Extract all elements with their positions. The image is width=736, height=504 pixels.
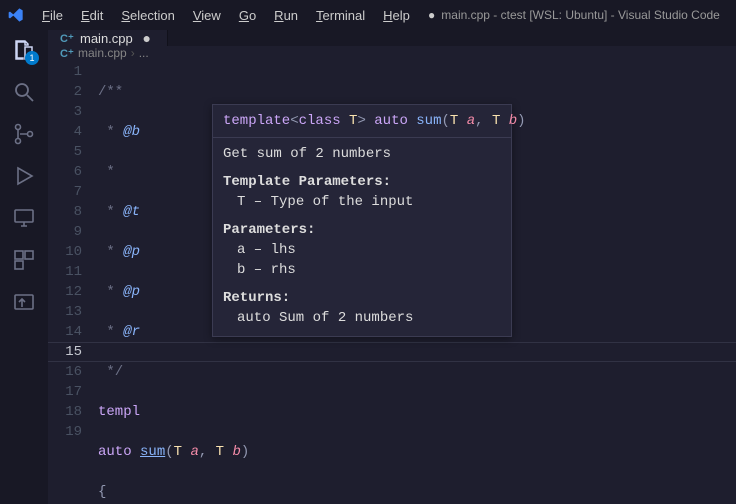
breadcrumb[interactable]: C⁺ main.cpp › ... <box>48 46 736 60</box>
menu-run[interactable]: Run <box>266 4 306 27</box>
tab-bar: C⁺ main.cpp ● <box>48 30 736 46</box>
hover-body: Get sum of 2 numbers Template Parameters… <box>213 138 511 330</box>
hover-tparams-title: Template Parameters: <box>223 172 501 192</box>
vscode-logo-icon <box>8 7 24 23</box>
tab-main-cpp[interactable]: C⁺ main.cpp ● <box>48 30 168 46</box>
menu-go[interactable]: Go <box>231 4 264 27</box>
activity-bar: 1 <box>0 30 48 504</box>
cpp-file-icon: C⁺ <box>60 31 74 45</box>
source-control-icon[interactable] <box>12 122 36 146</box>
menu-help[interactable]: Help <box>375 4 418 27</box>
explorer-badge: 1 <box>25 51 39 65</box>
explorer-icon[interactable]: 1 <box>12 38 36 62</box>
tab-label: main.cpp <box>80 31 133 46</box>
titlebar: File Edit Selection View Go Run Terminal… <box>0 0 736 30</box>
menu-file[interactable]: File <box>34 4 71 27</box>
hover-tooltip: template<class T> auto sum(T a, T b) Get… <box>212 104 512 337</box>
docker-icon[interactable] <box>12 290 36 314</box>
menu-terminal[interactable]: Terminal <box>308 4 373 27</box>
hover-brief: Get sum of 2 numbers <box>223 144 501 164</box>
cpp-file-icon: C⁺ <box>60 46 74 60</box>
tab-dirty-indicator[interactable]: ● <box>139 30 155 46</box>
run-debug-icon[interactable] <box>12 164 36 188</box>
hover-signature: template<class T> auto sum(T a, T b) <box>213 105 511 138</box>
menu-edit[interactable]: Edit <box>73 4 111 27</box>
window-title: main.cpp - ctest [WSL: Ubuntu] - Visual … <box>420 8 728 22</box>
main-area: 1 C⁺ main.cpp ● C⁺ m <box>0 30 736 504</box>
search-icon[interactable] <box>12 80 36 104</box>
breadcrumb-file: main.cpp <box>78 46 127 60</box>
line-number-gutter: 12345678910111213141516171819 <box>48 60 98 504</box>
code-editor[interactable]: 12345678910111213141516171819 /** * @b *… <box>48 60 736 504</box>
menu-selection[interactable]: Selection <box>113 4 182 27</box>
editor-area: C⁺ main.cpp ● C⁺ main.cpp › ... 12345678… <box>48 30 736 504</box>
remote-explorer-icon[interactable] <box>12 206 36 230</box>
breadcrumb-rest: ... <box>139 46 149 60</box>
chevron-right-icon: › <box>131 46 135 60</box>
menu-view[interactable]: View <box>185 4 229 27</box>
hover-returns-title: Returns: <box>223 288 501 308</box>
extensions-icon[interactable] <box>12 248 36 272</box>
hover-params-title: Parameters: <box>223 220 501 240</box>
